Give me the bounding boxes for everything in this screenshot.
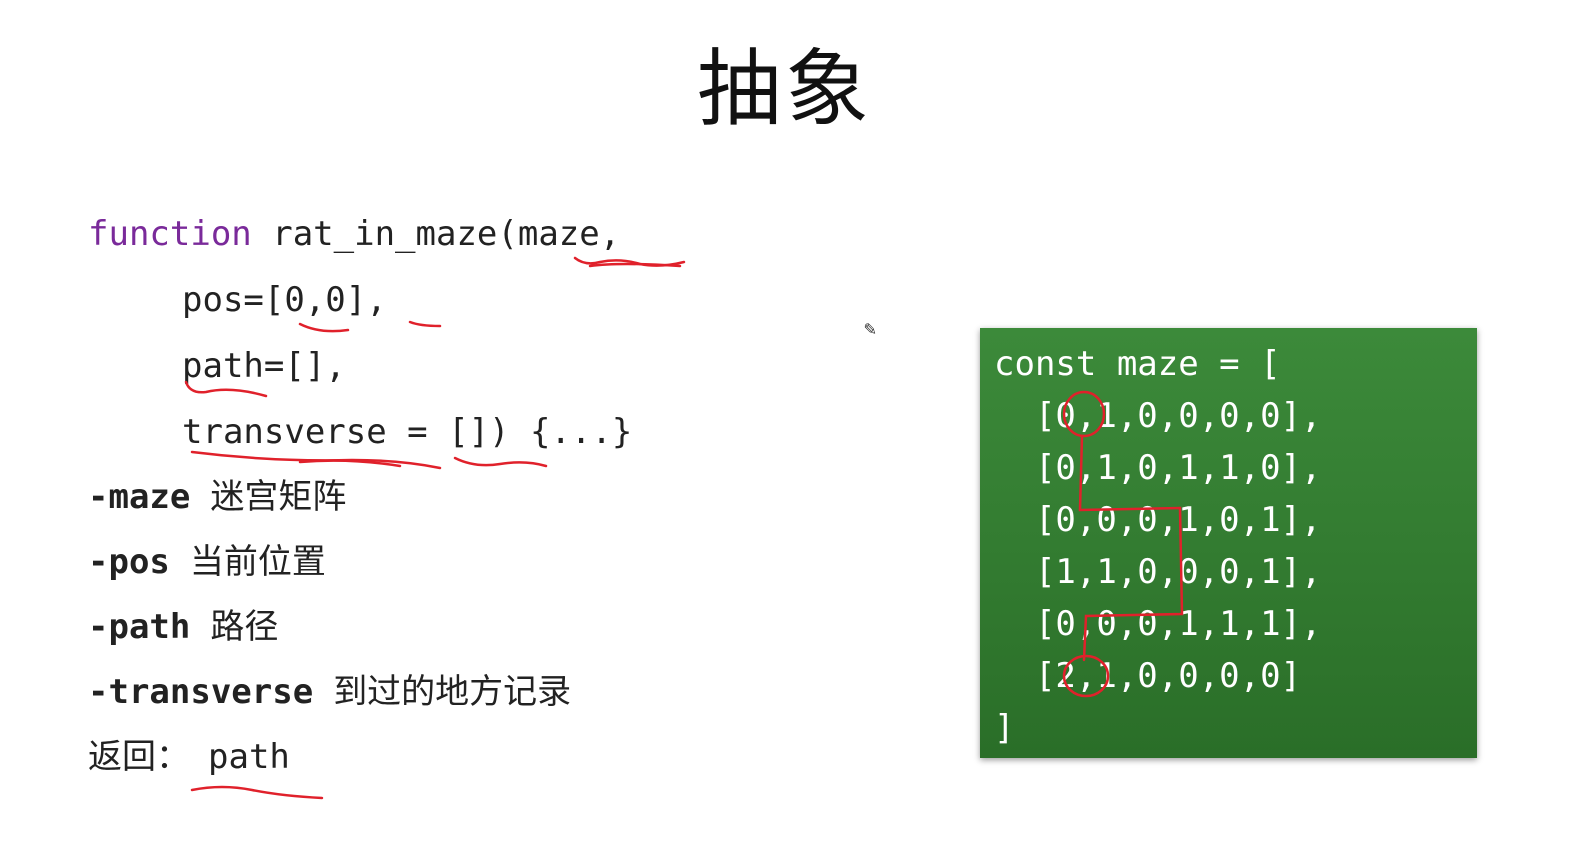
maze-line: [0,0,0,1,1,1], [994, 604, 1322, 644]
return-label: 返回： [88, 737, 190, 777]
param-item-path: -path 路径 [88, 607, 279, 647]
underline-pos-values [298, 322, 350, 333]
maze-line: [2,1,0,0,0,0] [994, 656, 1302, 696]
function-keyword: function [88, 214, 252, 254]
underline-pos-comma [408, 320, 442, 328]
maze-code-box: const maze = [ [0,1,0,0,0,0], [0,1,0,1,1… [980, 328, 1477, 758]
param-item-pos: -pos 当前位置 [88, 542, 326, 582]
function-signature: rat_in_maze(maze, [251, 214, 621, 254]
underline-transverse [190, 450, 442, 470]
maze-line: [0,1,0,1,1,0], [994, 448, 1322, 488]
code-line-pos: pos=[0,0], [182, 280, 387, 320]
underline-maze [573, 256, 686, 267]
maze-line: [1,1,0,0,0,1], [994, 552, 1322, 592]
underline-transverse-2 [298, 459, 402, 468]
return-line: 返回： path [88, 737, 290, 777]
maze-line: [0,0,0,1,0,1], [994, 500, 1322, 540]
maze-line: const maze = [ [994, 344, 1281, 384]
underline-maze-2 [588, 262, 682, 268]
code-line-signature: function rat_in_maze(maze, [88, 214, 620, 254]
return-value: path [208, 737, 290, 777]
param-item-transverse: -transverse 到过的地方记录 [88, 672, 572, 712]
slide-title: 抽象 [696, 40, 873, 138]
maze-line: [0,1,0,0,0,0], [994, 396, 1322, 436]
code-line-path: path=[], [182, 346, 346, 386]
code-line-transverse: transverse = []) {...} [182, 412, 633, 452]
underline-return-path [190, 785, 324, 800]
underline-empty-array [453, 456, 548, 468]
pencil-cursor-icon: ✎ [864, 316, 877, 340]
maze-line: ] [994, 708, 1015, 748]
param-item-maze: -maze 迷宫矩阵 [88, 477, 347, 517]
